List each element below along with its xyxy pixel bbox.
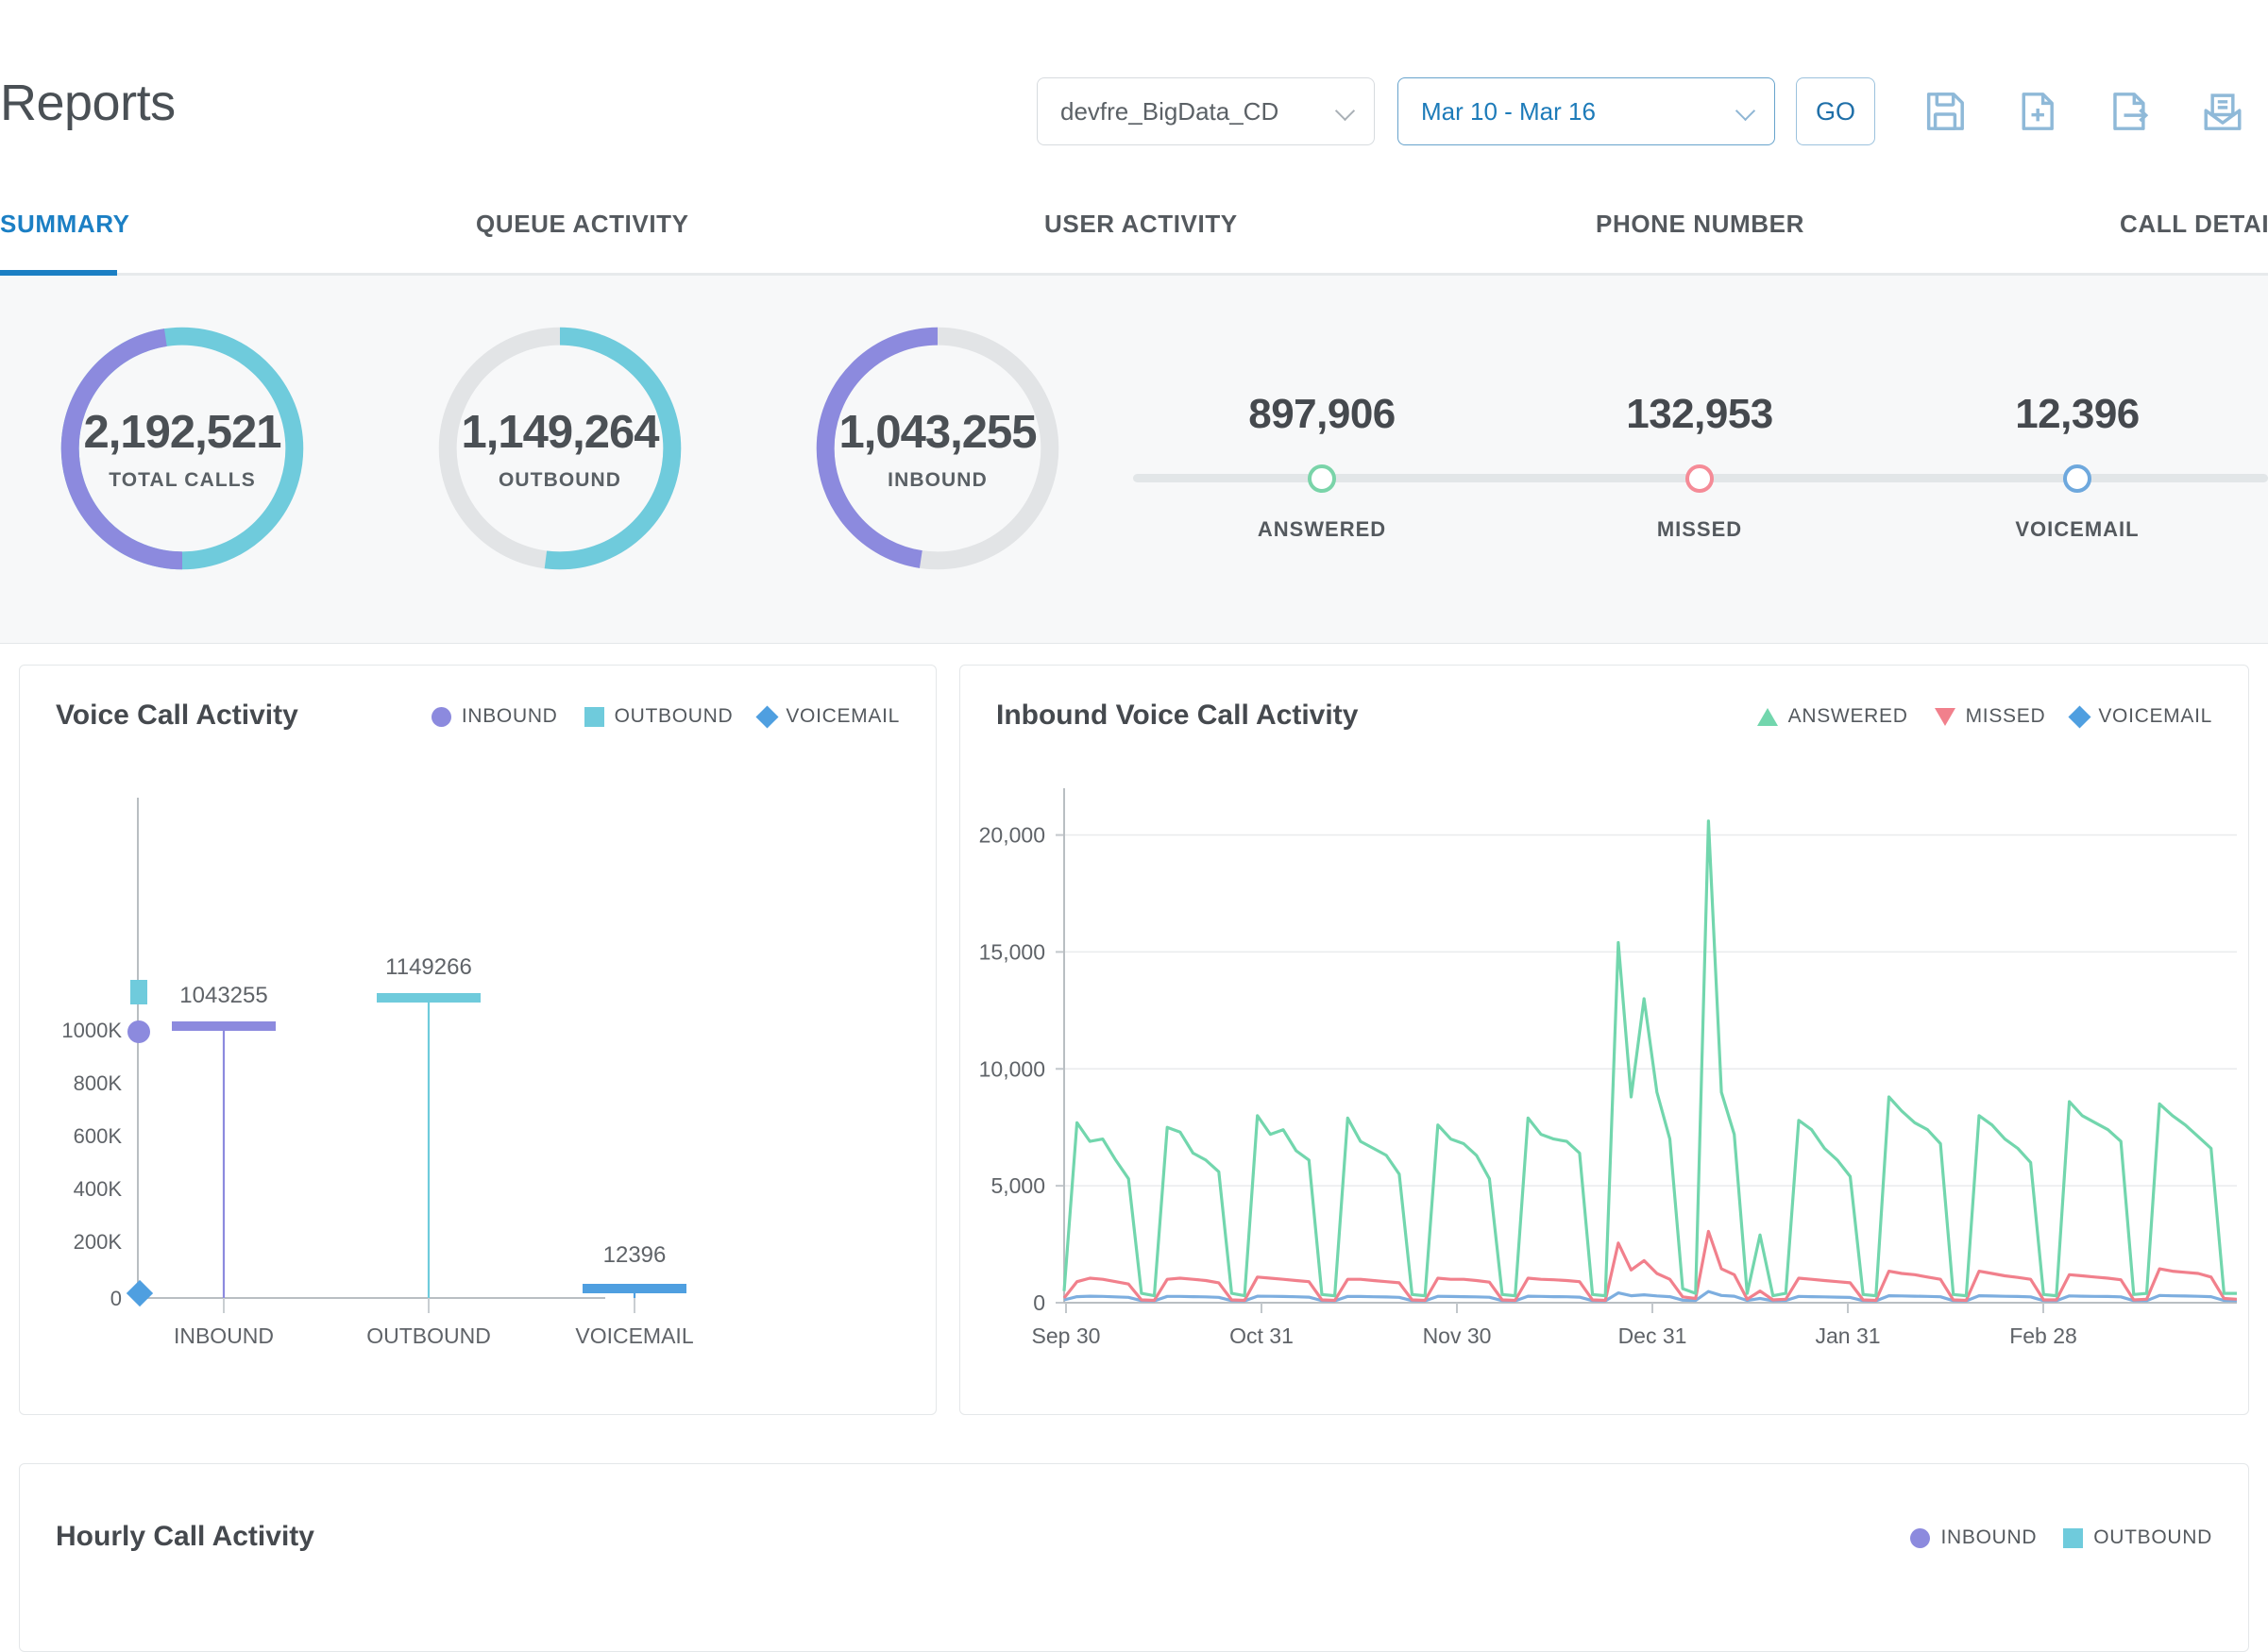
svg-text:1043255: 1043255	[179, 983, 267, 1008]
date-range-value: Mar 10 - Mar 16	[1421, 96, 1596, 126]
stat-label: ANSWERED	[1257, 517, 1387, 541]
x-tick-label: Dec 31	[1618, 1323, 1687, 1348]
series-answered	[1062, 819, 2237, 1298]
export-document-icon[interactable]	[2106, 87, 2155, 136]
y-tick-label: 20,000	[979, 823, 1045, 848]
donut-label: TOTAL CALLS	[109, 468, 256, 491]
page-title: Reports	[0, 75, 176, 131]
donut-outbound: 1,149,264 OUTBOUND	[432, 321, 687, 576]
email-report-icon[interactable]	[2198, 87, 2247, 136]
donut-label: OUTBOUND	[498, 468, 622, 491]
stat-missed: 132,953 MISSED	[1567, 391, 1832, 542]
stat-voicemail: 12,396 VOICEMAIL	[1945, 391, 2209, 542]
svg-text:INBOUND: INBOUND	[174, 1323, 274, 1348]
donut-inbound-center: 1,043,255 INBOUND	[810, 321, 1065, 576]
new-document-icon[interactable]	[2013, 87, 2062, 136]
series-paths	[1062, 819, 2238, 1303]
donut-value: 2,192,521	[83, 406, 282, 458]
svg-text:800K: 800K	[74, 1071, 123, 1095]
account-select[interactable]: devfre_BigData_CD	[1037, 77, 1375, 145]
tab-user-activity[interactable]: USER ACTIVITY	[1044, 210, 1238, 239]
x-tick-label: Nov 30	[1423, 1323, 1492, 1348]
chevron-down-icon	[1736, 102, 1755, 121]
legend-item-inbound[interactable]: INBOUND	[1910, 1526, 2037, 1549]
donut-value: 1,043,255	[838, 406, 1038, 458]
donut-outbound-center: 1,149,264 OUTBOUND	[432, 321, 687, 576]
svg-text:200K: 200K	[74, 1230, 123, 1254]
donut-total-calls-center: 2,192,521 TOTAL CALLS	[55, 321, 310, 576]
y-axis-labels: 0 5,000 10,000 15,000 20,000	[979, 823, 1045, 1315]
svg-text:1149266: 1149266	[385, 954, 472, 980]
line-chart-svg: 0 5,000 10,000 15,000 20,000 Sep 30 Oct 31 Nov…	[979, 788, 2238, 1348]
y-tick-label: 0	[1033, 1290, 1045, 1315]
y-tick-label: 15,000	[979, 939, 1045, 964]
charts-row: Voice Call Activity INBOUND OUTBOUND VOI…	[0, 644, 2268, 1415]
svg-text:OUTBOUND: OUTBOUND	[366, 1323, 491, 1348]
chevron-down-icon	[1336, 102, 1355, 121]
stat-value: 12,396	[2015, 391, 2140, 437]
legend-item-outbound[interactable]: OUTBOUND	[2063, 1526, 2212, 1549]
save-icon[interactable]	[1921, 87, 1970, 136]
summary-strip: 2,192,521 TOTAL CALLS 1,149,264 OUTBOUND…	[0, 276, 2268, 644]
y-tick-label: 5,000	[990, 1173, 1045, 1198]
report-tabs: SUMMARY QUEUE ACTIVITY USER ACTIVITY PHO…	[0, 189, 2268, 276]
hourly-call-activity-card: Hourly Call Activity INBOUND OUTBOUND	[19, 1463, 2249, 1652]
legend-label: INBOUND	[1940, 1526, 2038, 1548]
svg-text:12396: 12396	[603, 1242, 667, 1268]
header-controls: devfre_BigData_CD Mar 10 - Mar 16 GO	[1037, 77, 2247, 145]
account-select-value: devfre_BigData_CD	[1060, 96, 1279, 126]
date-range-select[interactable]: Mar 10 - Mar 16	[1397, 77, 1775, 145]
voicemail-marker-icon	[2063, 464, 2091, 493]
x-tick-label: Oct 31	[1229, 1323, 1294, 1348]
stat-label: MISSED	[1656, 517, 1743, 541]
bar-chart-svg: 1000K 800K 600K 400K 200K 0 1043255 1149…	[61, 798, 694, 1348]
stat-value: 132,953	[1626, 391, 1773, 437]
svg-text:400K: 400K	[74, 1177, 123, 1201]
answered-marker-icon	[1308, 464, 1336, 493]
svg-text:600K: 600K	[74, 1124, 123, 1148]
svg-text:1000K: 1000K	[61, 1019, 122, 1042]
missed-marker-icon	[1685, 464, 1714, 493]
inbound-circle-icon	[1910, 1527, 1931, 1548]
tab-phone-number[interactable]: PHONE NUMBER	[1596, 210, 1804, 239]
outbound-square-icon	[2063, 1527, 2084, 1548]
donut-value: 1,149,264	[461, 406, 660, 458]
page-header: Reports devfre_BigData_CD Mar 10 - Mar 1…	[0, 0, 2268, 189]
card-legend: INBOUND OUTBOUND	[1910, 1526, 2212, 1549]
voice-call-activity-card: Voice Call Activity INBOUND OUTBOUND VOI…	[19, 665, 937, 1415]
x-axis-labels: Sep 30 Oct 31 Nov 30 Dec 31 Jan 31 Feb 28	[1032, 1303, 2077, 1348]
tab-call-detail[interactable]: CALL DETAIL	[2120, 210, 2268, 239]
tab-summary[interactable]: SUMMARY	[0, 210, 130, 239]
y-tick-label: 10,000	[979, 1056, 1045, 1081]
svg-text:0: 0	[110, 1287, 122, 1310]
x-tick-label: Sep 30	[1032, 1323, 1101, 1348]
voice-call-activity-plot: 1000K 800K 600K 400K 200K 0 1043255 1149…	[20, 666, 936, 1414]
donut-label: INBOUND	[888, 468, 988, 491]
stat-answered: 897,906 ANSWERED	[1190, 391, 1454, 542]
legend-label: OUTBOUND	[2093, 1526, 2212, 1548]
tab-queue-activity[interactable]: QUEUE ACTIVITY	[476, 210, 689, 239]
stat-label: VOICEMAIL	[2015, 517, 2140, 541]
donut-inbound: 1,043,255 INBOUND	[810, 321, 1065, 576]
donut-total-calls: 2,192,521 TOTAL CALLS	[55, 321, 310, 576]
card-title: Hourly Call Activity	[56, 1521, 314, 1552]
svg-text:VOICEMAIL: VOICEMAIL	[575, 1323, 693, 1348]
header-icon-group	[1921, 87, 2247, 136]
stat-value: 897,906	[1248, 391, 1396, 437]
x-tick-label: Jan 31	[1815, 1323, 1880, 1348]
call-outcome-line: 897,906 ANSWERED 132,953 MISSED 12,396 V…	[1133, 391, 2268, 608]
inbound-voice-call-activity-plot: 0 5,000 10,000 15,000 20,000 Sep 30 Oct 31 Nov…	[960, 666, 2248, 1414]
inbound-voice-call-activity-card: Inbound Voice Call Activity ANSWERED MIS…	[959, 665, 2249, 1415]
x-tick-label: Feb 28	[2009, 1323, 2077, 1348]
go-button[interactable]: GO	[1796, 77, 1875, 145]
